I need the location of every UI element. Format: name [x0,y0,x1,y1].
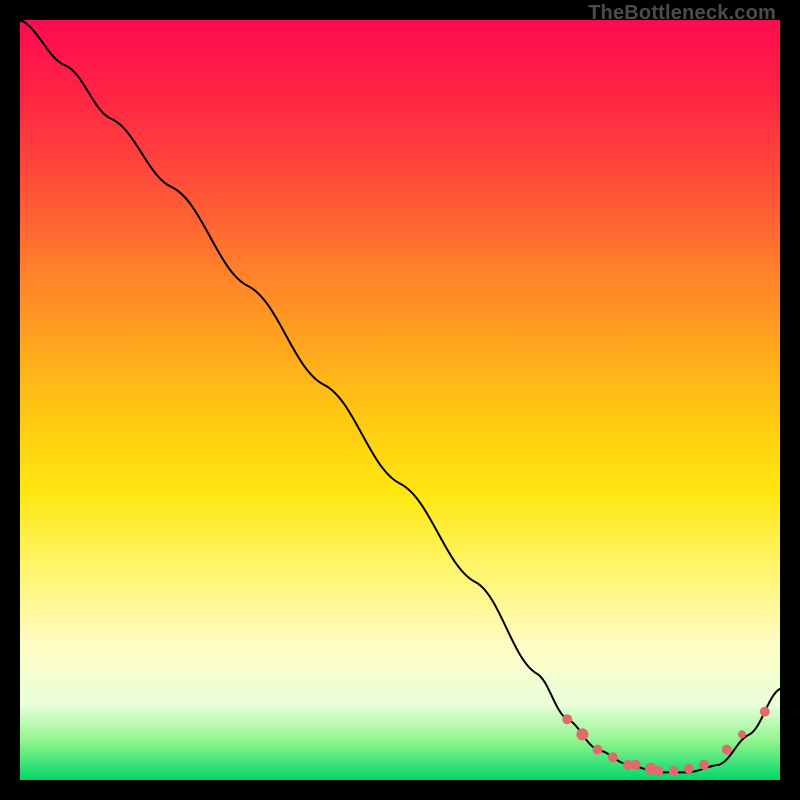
data-point-marker [608,752,618,762]
marker-group [562,707,770,776]
data-point-marker [760,707,770,717]
bottleneck-curve-path [20,20,780,772]
plot-area [20,20,780,780]
data-point-marker [669,766,679,776]
data-point-marker [722,745,732,755]
curve-layer [20,20,780,780]
chart-stage: TheBottleneck.com [0,0,800,800]
data-point-marker [684,764,694,774]
data-point-marker [653,766,663,776]
data-point-marker [562,714,572,724]
data-point-marker [738,730,746,738]
data-point-marker [593,745,603,755]
data-point-marker [576,728,588,740]
data-point-marker [699,760,709,770]
data-point-marker [631,760,641,770]
